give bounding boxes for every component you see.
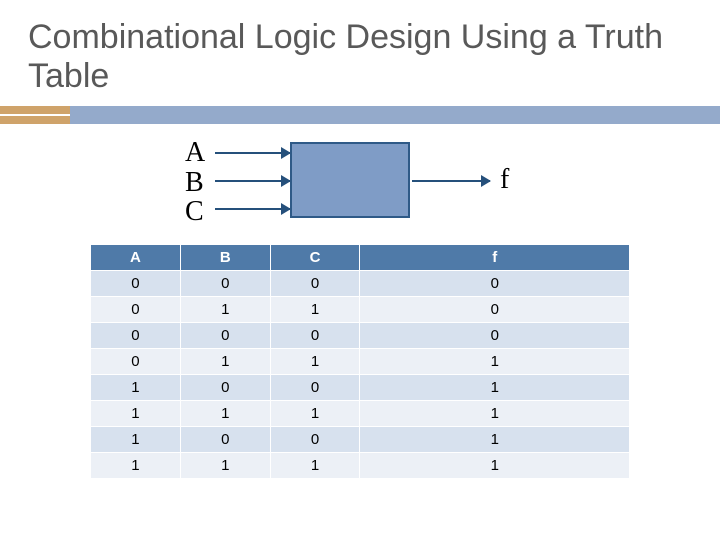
cell-b: 0: [180, 271, 270, 297]
title-accent: [0, 106, 720, 126]
cell-c: 0: [270, 271, 360, 297]
col-header-c: C: [270, 245, 360, 271]
cell-f: 1: [360, 375, 630, 401]
table-row: 1001: [91, 375, 630, 401]
cell-c: 1: [270, 297, 360, 323]
table-row: 1001: [91, 427, 630, 453]
cell-a: 0: [91, 349, 181, 375]
function-block: [290, 142, 410, 218]
cell-a: 1: [91, 453, 181, 479]
cell-c: 1: [270, 453, 360, 479]
truth-table: A B C f 00000110000001111001111110011111: [90, 244, 630, 479]
table-row: 0110: [91, 297, 630, 323]
cell-f: 0: [360, 297, 630, 323]
logic-block-diagram: A B C f: [150, 136, 570, 236]
cell-a: 0: [91, 297, 181, 323]
cell-a: 0: [91, 271, 181, 297]
cell-c: 0: [270, 323, 360, 349]
cell-b: 1: [180, 349, 270, 375]
cell-c: 0: [270, 375, 360, 401]
cell-a: 1: [91, 375, 181, 401]
output-label: f: [500, 164, 509, 196]
cell-f: 1: [360, 453, 630, 479]
table-row: 0000: [91, 323, 630, 349]
table-row: 1111: [91, 453, 630, 479]
cell-b: 0: [180, 375, 270, 401]
cell-b: 1: [180, 401, 270, 427]
input-label-c: C: [185, 197, 205, 226]
truth-table-header-row: A B C f: [91, 245, 630, 271]
cell-b: 1: [180, 453, 270, 479]
cell-f: 1: [360, 401, 630, 427]
table-row: 0111: [91, 349, 630, 375]
truth-table-body: 00000110000001111001111110011111: [91, 271, 630, 479]
cell-b: 0: [180, 427, 270, 453]
cell-a: 1: [91, 401, 181, 427]
col-header-b: B: [180, 245, 270, 271]
cell-f: 0: [360, 271, 630, 297]
input-label-a: A: [185, 138, 205, 167]
table-row: 1111: [91, 401, 630, 427]
cell-c: 1: [270, 349, 360, 375]
cell-f: 1: [360, 427, 630, 453]
input-label-b: B: [185, 168, 205, 197]
accent-bar: [0, 106, 720, 124]
arrow-icon: [412, 180, 490, 182]
arrow-icon: [215, 152, 290, 154]
cell-f: 1: [360, 349, 630, 375]
cell-c: 0: [270, 427, 360, 453]
input-labels: A B C: [185, 138, 205, 226]
cell-f: 0: [360, 323, 630, 349]
cell-a: 0: [91, 323, 181, 349]
cell-a: 1: [91, 427, 181, 453]
table-row: 0000: [91, 271, 630, 297]
cell-b: 1: [180, 297, 270, 323]
col-header-a: A: [91, 245, 181, 271]
arrow-icon: [215, 208, 290, 210]
arrow-icon: [215, 180, 290, 182]
cell-b: 0: [180, 323, 270, 349]
col-header-f: f: [360, 245, 630, 271]
accent-left-chip: [0, 106, 70, 124]
cell-c: 1: [270, 401, 360, 427]
slide-title: Combinational Logic Design Using a Truth…: [0, 0, 720, 102]
